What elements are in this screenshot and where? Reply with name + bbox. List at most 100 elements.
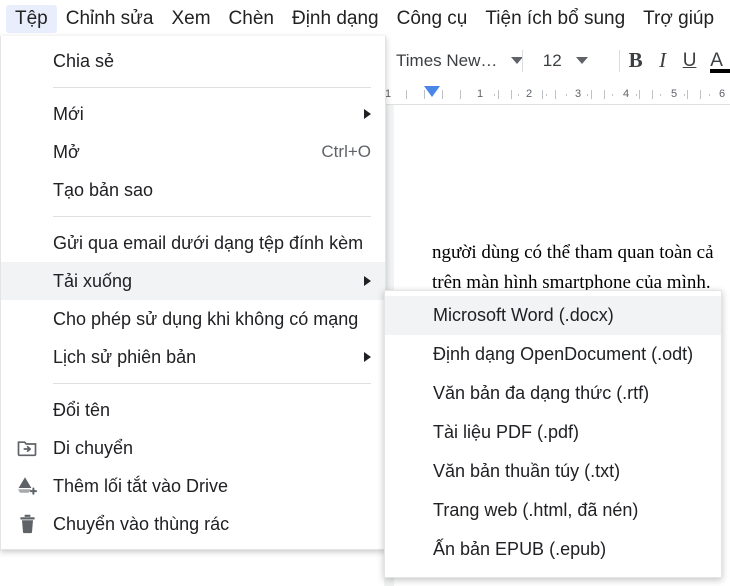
- submenu-item-dinh-dang-opendocument-odt[interactable]: Định dạng OpenDocument (.odt): [385, 335, 721, 374]
- menu-item-label: Lịch sử phiên bản: [53, 346, 197, 367]
- menubar-item-file[interactable]: Tệp: [6, 5, 57, 33]
- underline-button[interactable]: U: [676, 46, 703, 76]
- menu-item-label: Thêm lối tắt vào Drive: [53, 475, 229, 496]
- document-text-line-1: người dùng có thể tham quan toàn cả: [432, 242, 714, 263]
- menu-item-icon-slot: [1, 476, 53, 496]
- submenu-item-label: Văn bản thuần túy (.txt): [433, 461, 621, 481]
- ruler-tick: [604, 90, 605, 99]
- menu-item-label: Tải xuống: [53, 270, 133, 291]
- ruler-minor-tick: [636, 94, 637, 96]
- menu-item-mo[interactable]: Mở Ctrl+O: [1, 133, 385, 171]
- menu-item-di-chuyen[interactable]: Di chuyển: [1, 429, 385, 467]
- ruler-minor-tick: [660, 94, 661, 96]
- toolbar-divider: [619, 49, 621, 72]
- menubar-item-format[interactable]: Định dạng: [283, 5, 388, 33]
- menu-item-moi[interactable]: Mới: [1, 95, 385, 133]
- menu-item-label: Đổi tên: [53, 399, 111, 420]
- menu-item-label: Cho phép sử dụng khi không có mạng: [53, 308, 359, 329]
- menubar-item-help[interactable]: Trợ giúp: [634, 5, 723, 33]
- menubar-item-addons[interactable]: Tiện ích bổ sung: [476, 5, 634, 33]
- google-docs-window: người dùng có thể tham quan toàn cả trên…: [0, 0, 730, 586]
- menu-item-icon-slot: [1, 439, 53, 457]
- menu-bar: Tệp Chỉnh sửa Xem Chèn Định dạng Công cụ…: [0, 0, 730, 38]
- horizontal-ruler[interactable]: 1123456: [384, 85, 730, 105]
- trash-icon: [19, 514, 35, 534]
- menu-item-them-loi-tat-vao-drive[interactable]: Thêm lối tắt vào Drive: [1, 467, 385, 505]
- ruler-number: 5: [670, 88, 678, 100]
- ruler-number: 1: [476, 88, 484, 100]
- bold-button[interactable]: B: [622, 46, 649, 76]
- font-size-selector[interactable]: 12: [525, 51, 618, 71]
- submenu-item-van-ban-thuan-tuy-txt[interactable]: Văn bản thuần túy (.txt): [385, 452, 721, 491]
- menu-item-gui-qua-email-duoi-dang-tep-dinh-kem[interactable]: Gửi qua email dưới dạng tệp đính kèm: [1, 224, 385, 262]
- submenu-item-label: Microsoft Word (.docx): [433, 305, 614, 325]
- menubar-item-insert[interactable]: Chèn: [220, 5, 283, 33]
- submenu-item-tai-lieu-pdf-pdf[interactable]: Tài liệu PDF (.pdf): [385, 413, 721, 452]
- text-color-swatch: [710, 68, 730, 73]
- ruler-bottom-border: [384, 104, 730, 105]
- ruler-tick: [460, 90, 461, 99]
- ruler-minor-tick: [612, 94, 613, 96]
- menu-item-doi-ten[interactable]: Đổi tên: [1, 391, 385, 429]
- ruler-tick: [442, 90, 443, 99]
- submenu-arrow-icon: [364, 109, 371, 119]
- menu-item-tao-ban-sao[interactable]: Tạo bản sao: [1, 171, 385, 209]
- menu-item-shortcut: Ctrl+O: [321, 142, 371, 161]
- menu-item-label: Mở: [53, 141, 80, 162]
- submenu-item-van-ban-da-dang-thuc-rtf[interactable]: Văn bản đa dạng thức (.rtf): [385, 374, 721, 413]
- drive-add-icon: [17, 477, 37, 495]
- ruler-tick: [555, 90, 556, 99]
- submenu-item-label: Tài liệu PDF (.pdf): [433, 422, 580, 442]
- submenu-arrow-icon: [364, 352, 371, 362]
- submenu-item-label: Trang web (.html, đã nén): [433, 500, 639, 520]
- ruler-tick: [652, 90, 653, 99]
- font-family-value: Times New…: [396, 50, 498, 70]
- menu-item-lich-su-phien-ban[interactable]: Lịch sử phiên bản: [1, 338, 385, 376]
- ruler-minor-tick: [518, 94, 519, 96]
- menu-item-chuyen-vao-thung-rac[interactable]: Chuyển vào thùng rác: [1, 505, 385, 543]
- ruler-number: 2: [525, 88, 533, 100]
- italic-button[interactable]: I: [649, 46, 676, 76]
- menu-separator: [53, 87, 371, 88]
- ruler-tick: [591, 90, 592, 99]
- text-color-button[interactable]: A: [703, 46, 730, 76]
- ruler-tick: [700, 90, 701, 99]
- menu-item-tai-xuong[interactable]: Tải xuống: [1, 262, 385, 300]
- toolbar-divider: [522, 49, 523, 72]
- file-menu-dropdown: Chia sẻ Mới Mở Ctrl+O Tạo bản sao Gửi qua ema…: [0, 36, 386, 550]
- download-submenu: Microsoft Word (.docx) Định dạng OpenDocu…: [384, 290, 722, 578]
- ruler-number: 6: [718, 88, 726, 100]
- ruler-tick: [406, 90, 407, 99]
- submenu-item-microsoft-word-docx[interactable]: Microsoft Word (.docx): [385, 296, 721, 335]
- ruler-tick: [498, 90, 499, 99]
- menu-item-label: Di chuyển: [53, 437, 134, 458]
- menu-item-icon-slot: [1, 514, 53, 534]
- folder-move-icon: [17, 441, 37, 457]
- submenu-item-label: Ấn bản EPUB (.epub): [433, 539, 607, 559]
- menu-separator: [53, 216, 371, 217]
- ruler-minor-tick: [566, 94, 567, 96]
- ruler-tick: [639, 90, 640, 99]
- menu-item-cho-phep-su-dung-khi-khong-co-mang[interactable]: Cho phép sử dụng khi không có mạng: [1, 300, 385, 338]
- chevron-down-icon: [575, 57, 588, 64]
- menu-item-chia-se[interactable]: Chia sẻ: [1, 42, 385, 80]
- submenu-item-label: Văn bản đa dạng thức (.rtf): [433, 383, 650, 403]
- menubar-item-view[interactable]: Xem: [162, 5, 219, 33]
- left-indent-marker-icon[interactable]: [424, 86, 440, 97]
- menu-separator: [53, 383, 371, 384]
- ruler-tick: [687, 90, 688, 99]
- ruler-minor-tick: [709, 94, 710, 96]
- menu-item-label: Chia sẻ: [53, 50, 115, 71]
- menubar-item-tools[interactable]: Công cụ: [388, 5, 477, 33]
- font-size-value: 12: [542, 50, 562, 70]
- ruler-number: 3: [574, 88, 582, 100]
- ruler-minor-tick: [684, 94, 685, 96]
- font-family-selector[interactable]: Times New…: [388, 50, 524, 71]
- menubar-item-edit[interactable]: Chỉnh sửa: [57, 5, 163, 33]
- submenu-item-label: Định dạng OpenDocument (.odt): [433, 344, 694, 364]
- submenu-item-trang-web-html-da-nen[interactable]: Trang web (.html, đã nén): [385, 491, 721, 530]
- menu-item-label: Gửi qua email dưới dạng tệp đính kèm: [53, 232, 364, 253]
- submenu-item-an-ban-epub-epub[interactable]: Ấn bản EPUB (.epub): [385, 530, 721, 569]
- ruler-tick: [511, 90, 512, 99]
- ruler-minor-tick: [587, 94, 588, 96]
